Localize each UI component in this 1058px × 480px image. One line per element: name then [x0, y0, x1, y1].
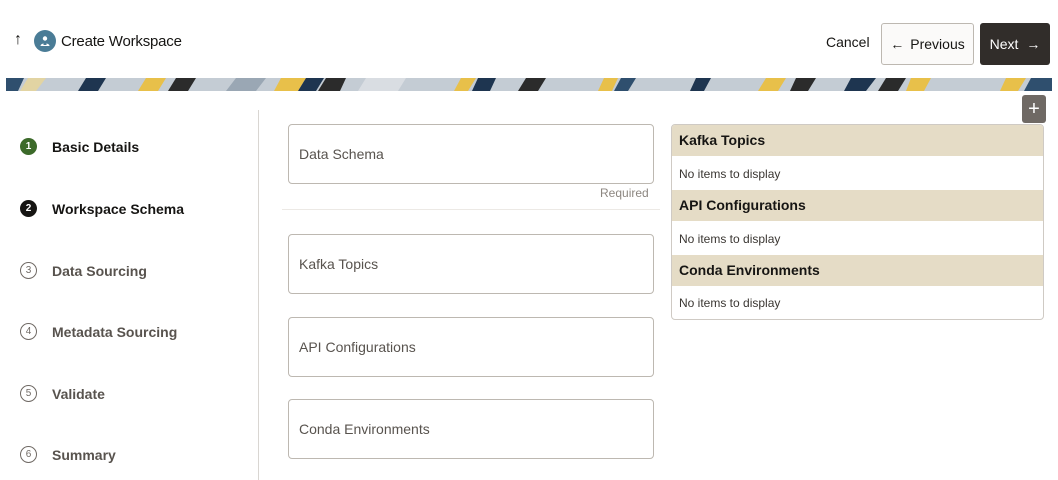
add-button[interactable]: +: [1022, 95, 1046, 123]
next-button[interactable]: Next →: [980, 23, 1050, 65]
data-schema-field[interactable]: Data Schema: [288, 124, 654, 184]
form-divider: [282, 209, 660, 210]
api-configurations-label: API Configurations: [299, 339, 416, 355]
previous-button-label: Previous: [910, 36, 965, 52]
step-label: Data Sourcing: [52, 262, 147, 279]
step-label: Metadata Sourcing: [52, 323, 178, 340]
step-data-sourcing[interactable]: 3 Data Sourcing: [20, 262, 147, 279]
step-basic-details[interactable]: 1 Basic Details: [20, 138, 139, 155]
kafka-topics-header: Kafka Topics: [672, 125, 1043, 156]
data-schema-label: Data Schema: [299, 146, 384, 162]
conda-environments-header: Conda Environments: [672, 255, 1043, 286]
step-number-3: 3: [20, 262, 37, 279]
step-summary[interactable]: 6 Summary: [20, 446, 116, 463]
kafka-topics-field[interactable]: Kafka Topics: [288, 234, 654, 294]
step-label: Summary: [52, 446, 116, 463]
step-number-4: 4: [20, 323, 37, 340]
page-title: Create Workspace: [61, 33, 182, 50]
stepper-divider: [258, 110, 259, 480]
left-arrow-icon: ←: [890, 36, 905, 52]
plus-icon: +: [1028, 98, 1040, 120]
kafka-topics-label: Kafka Topics: [299, 256, 379, 272]
step-label: Workspace Schema: [52, 200, 185, 217]
conda-environments-label: Conda Environments: [299, 421, 430, 437]
selection-summary-panel: Kafka Topics No items to display API Con…: [671, 124, 1044, 320]
step-label: Basic Details: [52, 138, 140, 155]
required-hint: Required: [600, 186, 649, 200]
cancel-button[interactable]: Cancel: [826, 34, 870, 50]
step-workspace-schema[interactable]: 2 Workspace Schema: [20, 200, 184, 217]
conda-environments-empty: No items to display: [679, 296, 781, 310]
step-number-1: 1: [20, 138, 37, 155]
api-configurations-empty: No items to display: [679, 232, 781, 246]
step-number-6: 6: [20, 446, 37, 463]
decorative-banner: [6, 78, 1052, 91]
workspace-icon: [34, 30, 56, 52]
right-arrow-icon: →: [1026, 36, 1041, 52]
step-metadata-sourcing[interactable]: 4 Metadata Sourcing: [20, 323, 177, 340]
step-validate[interactable]: 5 Validate: [20, 385, 105, 402]
step-number-2: 2: [20, 200, 37, 217]
page-header: ↑ Create Workspace Cancel ← Previous Nex…: [0, 0, 1058, 78]
next-button-label: Next: [989, 36, 1019, 52]
step-number-5: 5: [20, 385, 37, 402]
previous-button[interactable]: ← Previous: [881, 23, 974, 65]
up-arrow-icon[interactable]: ↑: [14, 32, 22, 48]
kafka-topics-empty: No items to display: [679, 167, 781, 181]
conda-environments-field[interactable]: Conda Environments: [288, 399, 654, 459]
api-configurations-header: API Configurations: [672, 190, 1043, 221]
step-label: Validate: [52, 385, 105, 402]
api-configurations-field[interactable]: API Configurations: [288, 317, 654, 377]
wizard-stepper: 1 Basic Details 2 Workspace Schema 3 Dat…: [0, 110, 258, 480]
